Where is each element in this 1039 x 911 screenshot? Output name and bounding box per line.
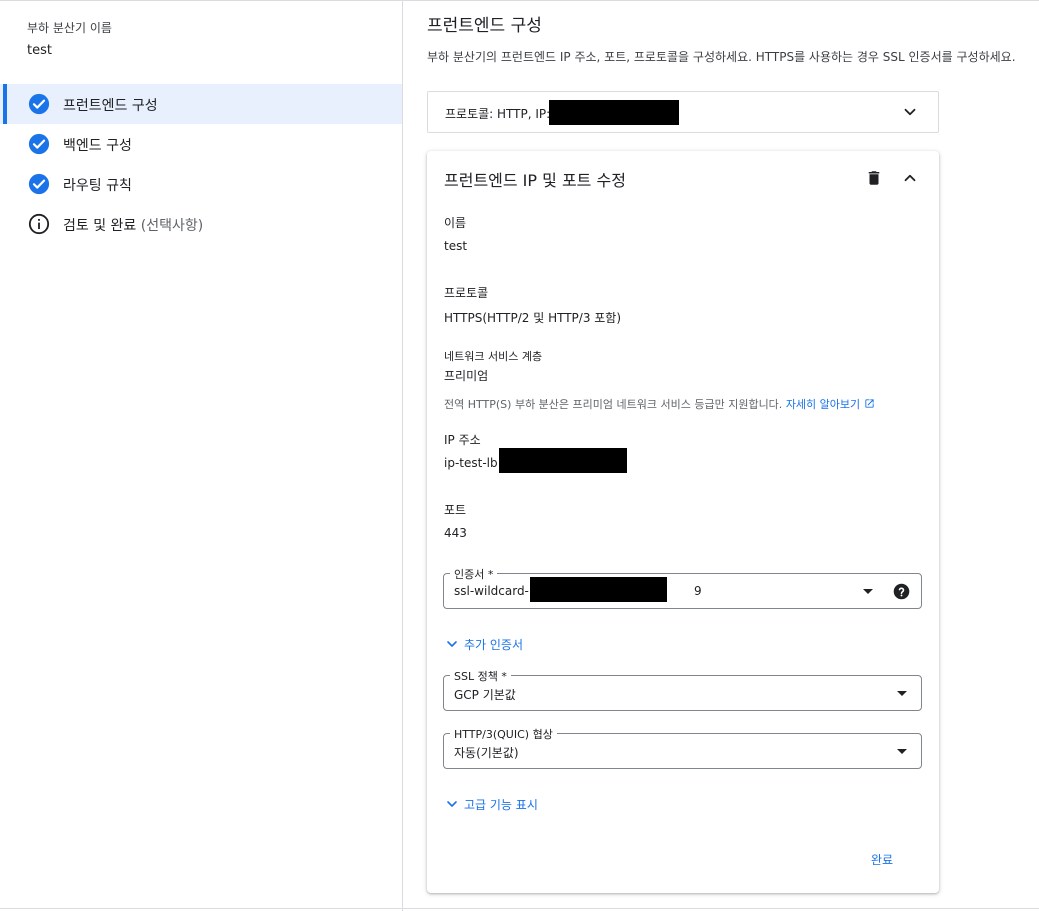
port-label: 포트	[444, 503, 467, 517]
check-circle-icon	[28, 173, 50, 195]
dropdown-arrow-icon	[863, 589, 873, 594]
step-backend-config[interactable]: 백엔드 구성	[0, 124, 402, 164]
page-description: 부하 분산기의 프런트엔드 IP 주소, 포트, 프로토콜을 구성하세요. HT…	[427, 50, 1016, 64]
active-step-indicator	[3, 84, 7, 124]
step-routing-rules[interactable]: 라우팅 규칙	[0, 164, 402, 204]
frontend-summary-row[interactable]: 프로토콜: HTTP, IP:	[427, 91, 939, 133]
protocol-value: HTTPS(HTTP/2 및 HTTP/3 포함)	[444, 311, 622, 325]
check-circle-icon	[28, 133, 50, 155]
redacted-ip	[549, 100, 679, 125]
network-tier-label: 네트워크 서비스 계층	[444, 350, 543, 363]
info-circle-icon	[28, 213, 50, 235]
check-circle-icon	[28, 93, 50, 115]
external-link-icon	[865, 399, 874, 408]
step-review-finalize[interactable]: 검토 및 완료 (선택사항)	[0, 204, 402, 244]
chevron-down-icon[interactable]	[901, 103, 919, 121]
certificate-value: ssl-wildcard-	[454, 584, 529, 598]
bottom-divider	[0, 908, 1039, 909]
lb-name-label: 부하 분산기 이름	[27, 21, 112, 35]
chevron-up-icon[interactable]	[901, 169, 919, 187]
redacted-ip-name	[499, 448, 627, 473]
dropdown-arrow-icon	[897, 691, 907, 696]
frontend-summary-text: 프로토콜: HTTP, IP:	[445, 107, 551, 121]
advanced-features-toggle[interactable]: 고급 기능 표시	[444, 795, 538, 813]
step-label: 백엔드 구성	[63, 138, 132, 154]
port-value: 443	[444, 526, 467, 540]
learn-more-link[interactable]: 자세히 알아보기	[786, 398, 875, 411]
ip-address-value: ip-test-lb	[444, 456, 498, 470]
redacted-certificate	[530, 577, 667, 602]
network-tier-hint: 전역 HTTP(S) 부하 분산은 프리미엄 네트워크 서비스 등급만 지원합니…	[444, 396, 875, 412]
wizard-sidebar: 부하 분산기 이름 test 프런트엔드 구성 백엔드 구성 라우팅 규칙 검토…	[0, 0, 403, 911]
step-label: 검토 및 완료 (선택사항)	[63, 218, 204, 234]
ssl-policy-value: GCP 기본값	[454, 688, 516, 702]
trash-icon[interactable]	[865, 169, 883, 187]
chevron-down-icon	[447, 641, 457, 647]
card-title: 프런트엔드 IP 및 포트 수정	[444, 171, 626, 190]
quic-negotiation-label: HTTP/3(QUIC) 협상	[450, 726, 557, 742]
quic-negotiation-select[interactable]: HTTP/3(QUIC) 협상 자동(기본값)	[443, 726, 922, 769]
dropdown-arrow-icon	[897, 749, 907, 754]
chevron-down-icon	[447, 801, 457, 807]
done-button[interactable]: 완료	[871, 851, 893, 868]
ssl-policy-select[interactable]: SSL 정책 * GCP 기본값	[443, 668, 922, 711]
step-frontend-config[interactable]: 프런트엔드 구성	[0, 84, 402, 124]
optional-tag: (선택사항)	[140, 218, 204, 234]
name-value: test	[444, 239, 468, 253]
name-label: 이름	[444, 216, 467, 230]
step-label: 프런트엔드 구성	[63, 98, 158, 114]
help-circle-icon[interactable]	[893, 583, 910, 600]
certificate-value-suffix: 9	[694, 584, 702, 598]
ssl-policy-label: SSL 정책 *	[450, 668, 511, 684]
lb-name-value: test	[27, 43, 52, 58]
quic-negotiation-value: 자동(기본값)	[454, 746, 519, 760]
certificate-label: 인증서 *	[450, 566, 498, 582]
additional-certificates-toggle[interactable]: 추가 인증서	[444, 635, 523, 653]
ip-address-label: IP 주소	[444, 433, 481, 447]
network-tier-value: 프리미엄	[444, 369, 489, 383]
protocol-label: 프로토콜	[444, 286, 489, 300]
frontend-edit-card: 프런트엔드 IP 및 포트 수정 이름 test 프로토콜 HTTPS(HTTP…	[427, 151, 939, 893]
page-title: 프런트엔드 구성	[427, 16, 542, 36]
certificate-select[interactable]: 인증서 * ssl-wildcard- 9	[443, 566, 922, 609]
main-content: 프런트엔드 구성 부하 분산기의 프런트엔드 IP 주소, 포트, 프로토콜을 …	[403, 0, 1039, 911]
step-label: 라우팅 규칙	[63, 178, 132, 194]
